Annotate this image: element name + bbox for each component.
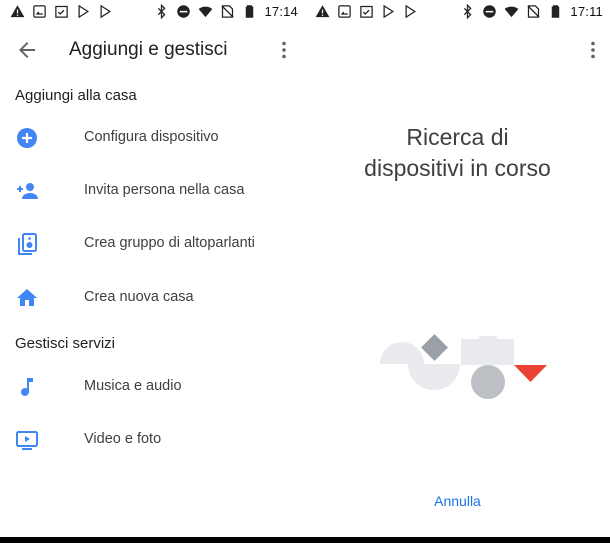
illustration-rectangle xyxy=(461,339,514,365)
tv-play-icon xyxy=(16,431,38,450)
illustration-half-circle xyxy=(380,342,424,364)
menu-item-invite-person[interactable]: Invita persona nella casa xyxy=(0,168,305,214)
section-header-add: Aggiungi alla casa xyxy=(15,87,137,104)
status-bar: 17:11 xyxy=(305,0,610,24)
cancel-button[interactable]: Annulla xyxy=(305,493,610,509)
wifi-icon xyxy=(505,6,519,18)
speaker-group-icon xyxy=(18,233,37,255)
searching-illustration xyxy=(380,334,547,399)
bluetooth-icon xyxy=(464,4,472,19)
image-icon xyxy=(33,5,46,18)
page-title: Aggiungi e gestisci xyxy=(69,39,228,60)
menu-item-label: Configura dispositivo xyxy=(84,129,219,145)
image-icon xyxy=(338,5,351,18)
menu-item-create-home[interactable]: Crea nuova casa xyxy=(0,275,305,321)
menu-item-create-speaker-group[interactable]: Crea gruppo di altoparlanti xyxy=(0,221,305,267)
no-sim-icon xyxy=(221,5,235,18)
do-not-disturb-icon xyxy=(483,5,497,18)
illustration-red-triangle xyxy=(514,365,547,382)
play-store-icon xyxy=(78,4,90,19)
more-vert-icon[interactable] xyxy=(272,38,296,62)
store-check-icon xyxy=(55,5,68,18)
no-sim-icon xyxy=(527,5,540,18)
play-store-icon xyxy=(405,4,417,19)
status-time: 17:14 xyxy=(264,4,298,19)
play-store-icon xyxy=(383,4,395,19)
menu-item-label: Video e foto xyxy=(84,431,162,447)
battery-icon xyxy=(552,5,560,18)
play-store-icon xyxy=(100,4,112,19)
menu-item-label: Invita persona nella casa xyxy=(84,182,245,198)
do-not-disturb-icon xyxy=(177,5,191,18)
menu-item-configure-device[interactable]: Configura dispositivo xyxy=(0,115,305,161)
warning-icon xyxy=(10,5,25,18)
more-vert-icon[interactable] xyxy=(581,38,605,62)
searching-heading-line1: Ricerca di xyxy=(406,124,509,150)
menu-item-label: Crea gruppo di altoparlanti xyxy=(84,235,255,251)
music-note-icon xyxy=(21,378,33,396)
right-screen: 17:11 Ricerca di dispositivi in corso An… xyxy=(305,0,610,537)
add-circle-icon xyxy=(17,128,37,148)
store-check-icon xyxy=(360,5,373,18)
menu-item-music-audio[interactable]: Musica e audio xyxy=(0,364,305,410)
illustration-bowl xyxy=(408,364,460,390)
status-bar: 17:14 xyxy=(0,0,305,24)
menu-item-label: Crea nuova casa xyxy=(84,289,194,305)
person-add-icon xyxy=(17,183,38,199)
menu-item-video-photo[interactable]: Video e foto xyxy=(0,417,305,463)
battery-icon xyxy=(246,5,254,18)
wifi-icon xyxy=(199,6,213,18)
status-time: 17:11 xyxy=(570,4,603,19)
app-bar: Aggiungi e gestisci xyxy=(0,30,305,70)
back-arrow-icon[interactable] xyxy=(15,38,39,62)
section-header-services: Gestisci servizi xyxy=(15,335,116,352)
left-screen: 17:14 Aggiungi e gestisci Aggiungi alla … xyxy=(0,0,305,537)
bluetooth-icon xyxy=(158,4,166,19)
warning-icon xyxy=(315,5,330,18)
searching-heading: Ricerca di dispositivi in corso xyxy=(305,122,610,184)
searching-heading-line2: dispositivi in corso xyxy=(364,155,551,181)
illustration-circle xyxy=(471,365,505,399)
home-icon xyxy=(17,289,37,306)
illustration-diamond xyxy=(421,334,448,361)
menu-item-label: Musica e audio xyxy=(84,378,182,394)
